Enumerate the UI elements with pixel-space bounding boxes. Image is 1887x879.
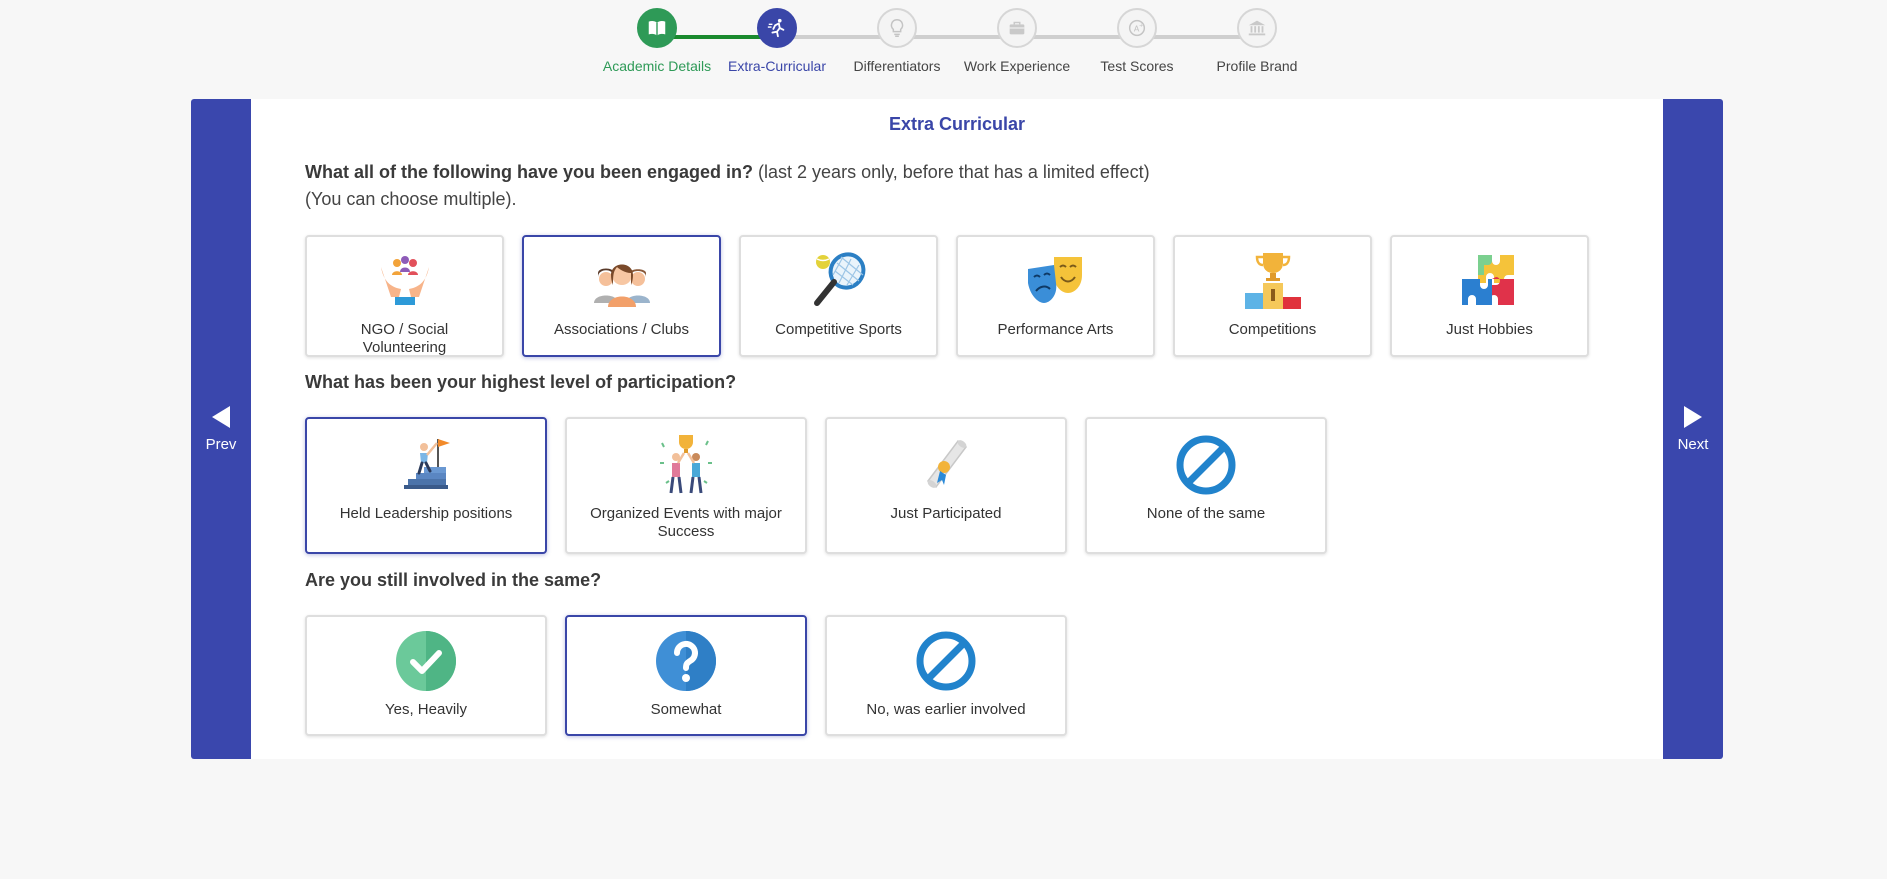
prohibited-icon — [914, 629, 978, 693]
step-label: Test Scores — [1100, 58, 1174, 74]
lightbulb-icon — [877, 8, 917, 48]
option-label: Held Leadership positions — [339, 505, 513, 522]
option-ngo-social-volunteering[interactable]: NGO / Social Volunteering — [305, 235, 504, 357]
step-test-scores[interactable]: A + Test Scores — [1077, 8, 1197, 74]
option-label: Organized Events with major Success — [590, 505, 782, 540]
option-label: Associations / Clubs — [553, 321, 690, 338]
option-label: No, was earlier involved — [866, 701, 1026, 718]
puzzle-icon — [1458, 249, 1522, 313]
step-academic-details[interactable]: Academic Details — [597, 8, 717, 74]
briefcase-icon — [997, 8, 1037, 48]
question-participation-level: What has been your highest level of part… — [305, 369, 736, 396]
step-label: Extra-Curricular — [727, 58, 826, 74]
leader-flag-icon — [394, 433, 458, 497]
question-still-involved: Are you still involved in the same? — [305, 567, 601, 594]
option-label: Just Hobbies — [1446, 321, 1533, 338]
option-competitions[interactable]: Competitions — [1173, 235, 1372, 357]
certificate-icon — [914, 433, 978, 497]
option-label: Performance Arts — [997, 321, 1114, 338]
institution-icon — [1237, 8, 1277, 48]
next-button[interactable]: Next — [1663, 99, 1723, 759]
volunteer-hands-icon — [373, 249, 437, 313]
option-label: Somewhat — [650, 701, 722, 718]
step-differentiators[interactable]: Differentiators — [837, 8, 957, 74]
step-work-experience[interactable]: Work Experience — [957, 8, 1077, 74]
option-label: Yes, Heavily — [385, 701, 467, 718]
option-just-hobbies[interactable]: Just Hobbies — [1390, 235, 1589, 357]
question-bold-text: What has been your highest level of part… — [305, 372, 737, 392]
runner-icon — [757, 8, 797, 48]
option-associations-clubs[interactable]: Associations / Clubs — [522, 235, 721, 357]
question-engagement: What all of the following have you been … — [305, 159, 1150, 213]
option-held-leadership-positions[interactable]: Held Leadership positions — [305, 417, 547, 554]
arrow-left-icon — [212, 405, 230, 428]
step-profile-brand[interactable]: Profile Brand — [1197, 8, 1317, 74]
option-none-of-the-same[interactable]: None of the same — [1085, 417, 1327, 554]
option-label: None of the same — [1146, 505, 1266, 522]
grade-icon: A + — [1117, 8, 1157, 48]
check-circle-icon — [394, 629, 458, 693]
option-somewhat[interactable]: Somewhat — [565, 615, 807, 736]
step-label: Academic Details — [602, 58, 712, 74]
arrow-right-icon — [1684, 405, 1702, 428]
prohibited-icon — [1174, 433, 1238, 497]
option-organized-events[interactable]: Organized Events with major Success — [565, 417, 807, 554]
question-bold-text: Are you still involved in the same? — [305, 570, 602, 590]
question-bold-text: What all of the following have you been … — [305, 162, 754, 182]
svg-text:+: + — [1139, 23, 1144, 29]
question-content: Extra Curricular What all of the followi… — [191, 99, 1723, 759]
question-hint: (You can choose multiple). — [305, 189, 517, 209]
progress-stepper: Academic Details Extra-Curricular Differ… — [0, 8, 1887, 98]
option-label: Competitions — [1228, 321, 1317, 338]
option-no-was-earlier-involved[interactable]: No, was earlier involved — [825, 615, 1067, 736]
question-circle-icon — [654, 629, 718, 693]
group-people-icon — [590, 249, 654, 313]
step-label: Profile Brand — [1216, 58, 1298, 74]
prev-label: Prev — [205, 435, 237, 453]
option-yes-heavily[interactable]: Yes, Heavily — [305, 615, 547, 736]
theatre-masks-icon — [1024, 249, 1088, 313]
option-label: Competitive Sports — [775, 321, 902, 338]
step-label: Differentiators — [853, 58, 941, 74]
team-trophy-icon — [654, 433, 718, 497]
option-competitive-sports[interactable]: Competitive Sports — [739, 235, 938, 357]
question-note: (last 2 years only, before that has a li… — [753, 162, 1150, 182]
trophy-podium-icon — [1241, 249, 1305, 313]
option-label: Just Participated — [890, 505, 1002, 522]
next-label: Next — [1677, 435, 1709, 453]
tennis-racket-icon — [807, 249, 871, 313]
option-performance-arts[interactable]: Performance Arts — [956, 235, 1155, 357]
questionnaire-panel: Extra Curricular What all of the followi… — [191, 99, 1723, 759]
book-icon — [637, 8, 677, 48]
option-just-participated[interactable]: Just Participated — [825, 417, 1067, 554]
step-extra-curricular[interactable]: Extra-Curricular — [717, 8, 837, 74]
step-label: Work Experience — [963, 58, 1071, 74]
option-label: NGO / Social Volunteering — [360, 321, 449, 356]
section-title: Extra Curricular — [888, 114, 1026, 134]
prev-button[interactable]: Prev — [191, 99, 251, 759]
